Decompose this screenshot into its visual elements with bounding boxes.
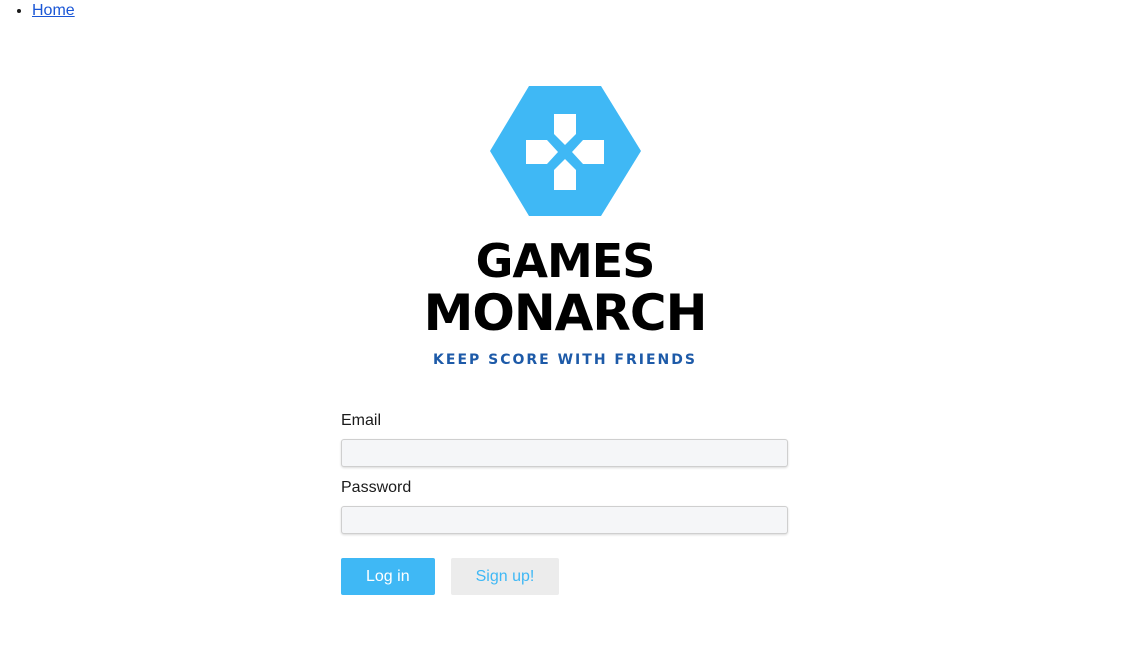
- login-button[interactable]: Log in: [341, 558, 435, 595]
- nav-item-home: Home: [32, 2, 75, 20]
- nav-list: Home: [14, 2, 75, 20]
- password-label: Password: [341, 479, 412, 496]
- email-field[interactable]: [341, 439, 788, 467]
- login-form: Email Password Log in Sign up!: [341, 412, 788, 595]
- email-label: Email: [341, 412, 382, 429]
- signup-button[interactable]: Sign up!: [450, 558, 560, 595]
- form-actions: Log in Sign up!: [341, 558, 788, 595]
- hexagon-shape: [490, 86, 641, 216]
- home-link[interactable]: Home: [32, 2, 75, 19]
- brand-tagline: KEEP SCORE WITH FRIENDS: [433, 352, 697, 368]
- password-field[interactable]: [341, 506, 788, 534]
- brand-name-line2: MONARCH: [423, 284, 708, 342]
- top-nav: Home: [14, 2, 75, 20]
- gamepad-hexagon-icon: [490, 86, 641, 216]
- brand-logo: GAMES MONARCH KEEP SCORE WITH FRIENDS: [410, 84, 720, 374]
- brand-name-line1: GAMES: [475, 234, 656, 288]
